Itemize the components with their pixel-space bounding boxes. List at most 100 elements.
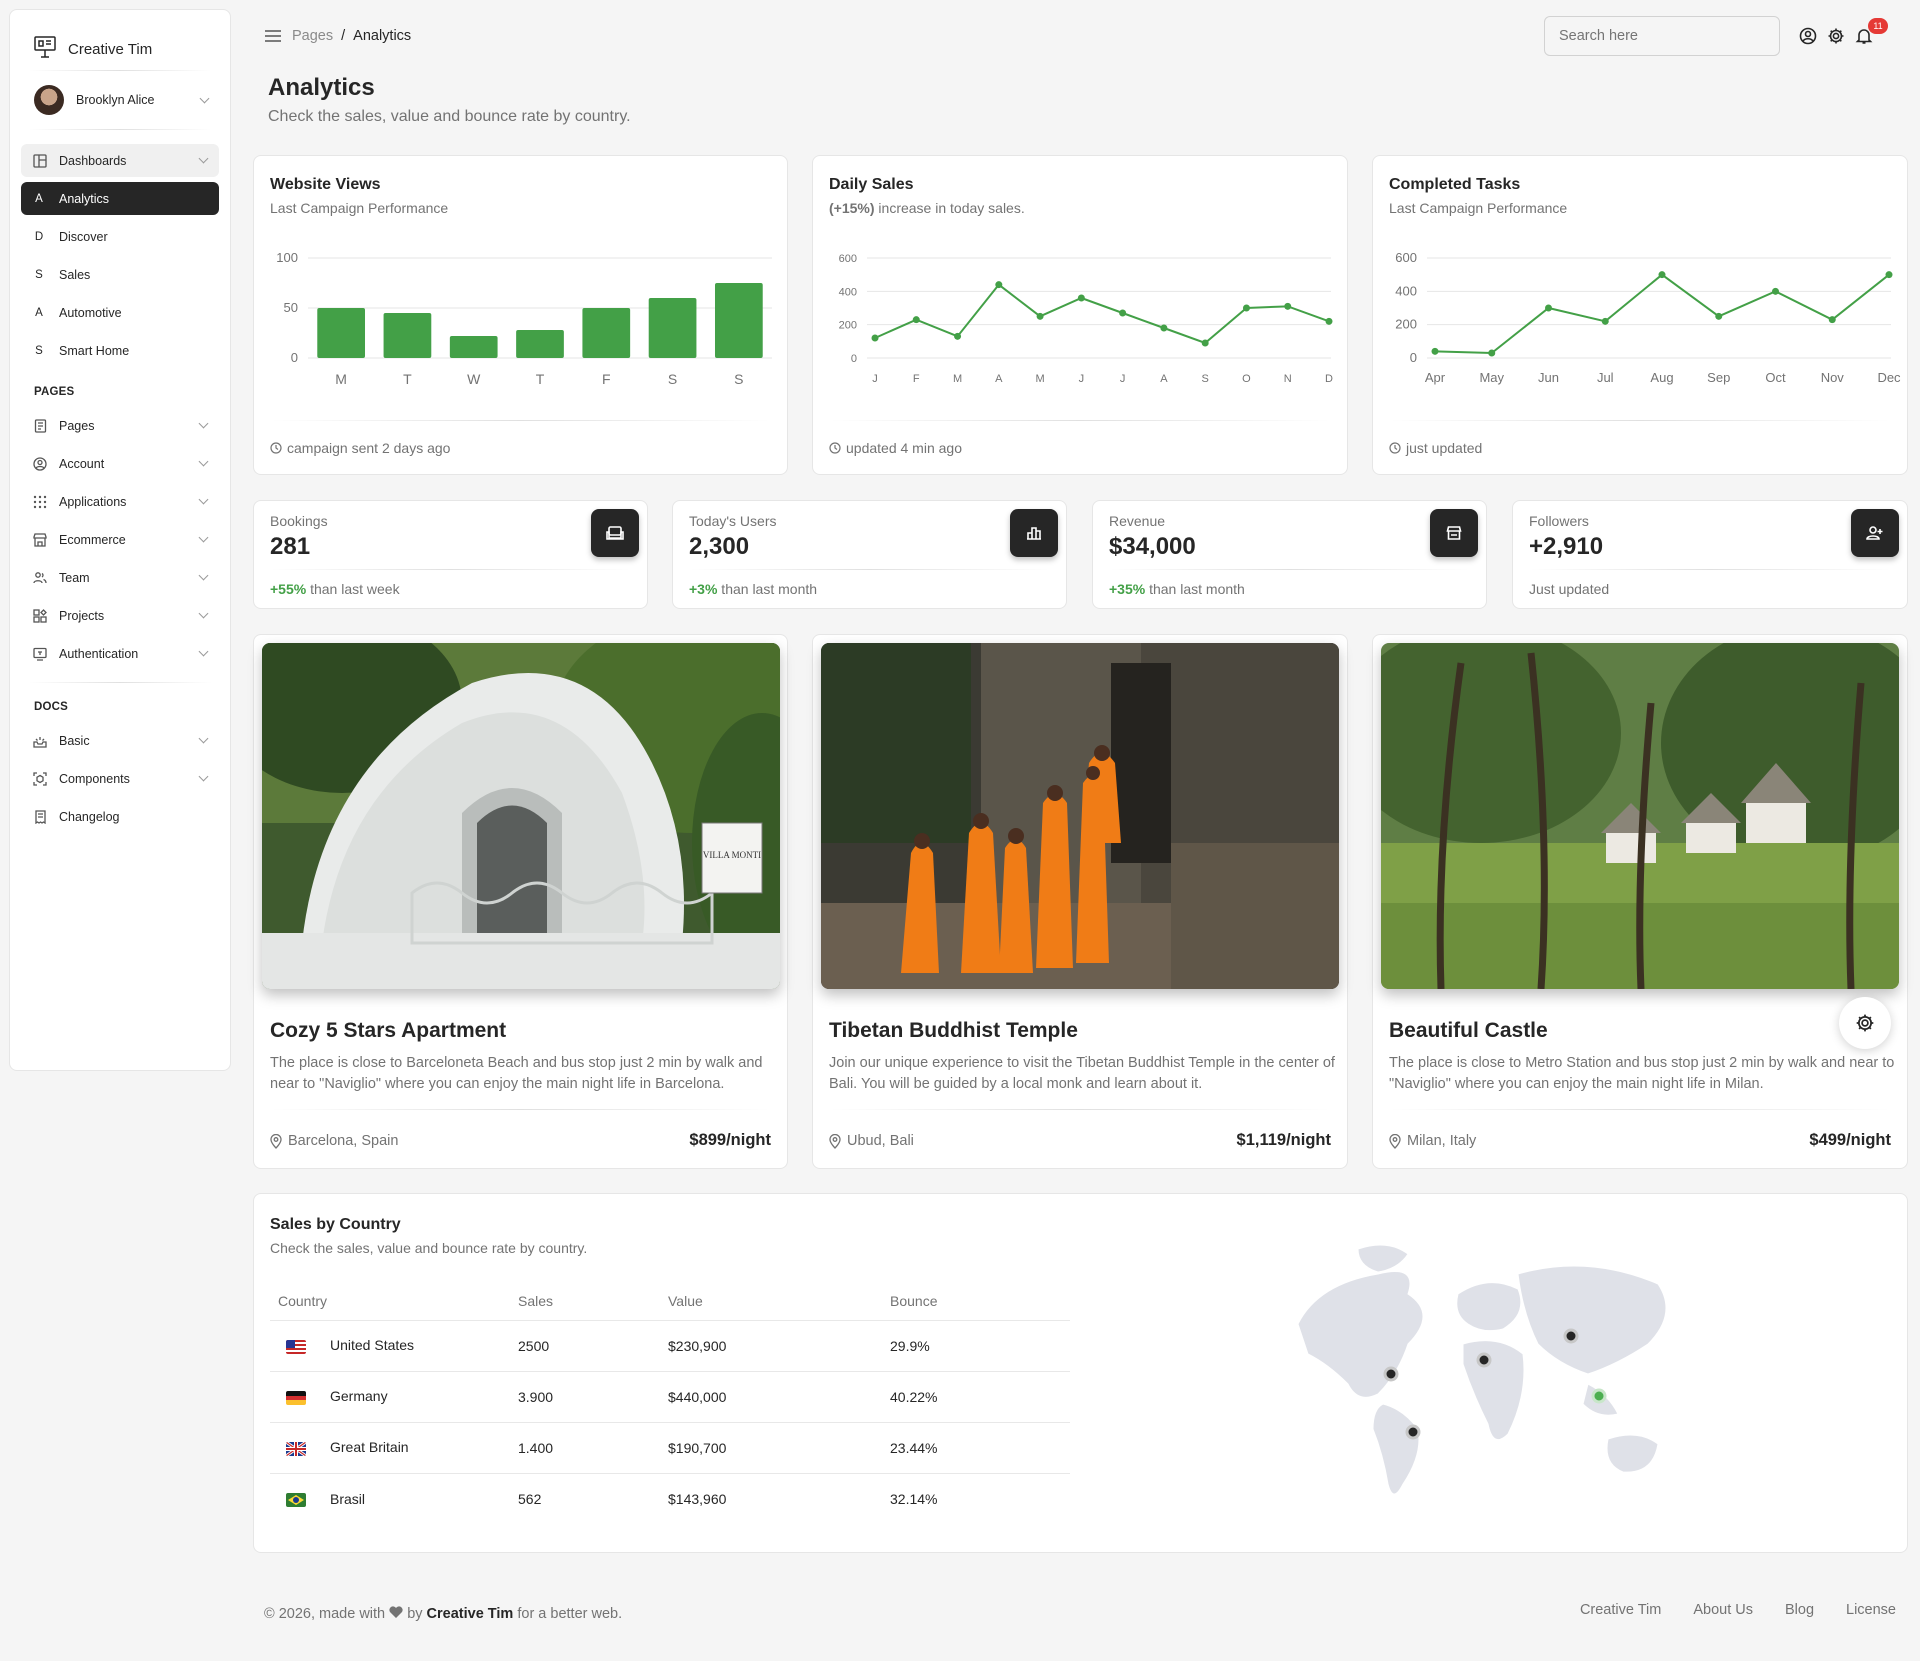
footer-link-creative-tim[interactable]: Creative Tim (1580, 1602, 1661, 1618)
footer-brand-link[interactable]: Creative Tim (427, 1606, 514, 1622)
stat-change: +3% (689, 581, 718, 597)
table-row[interactable]: United States 2500 $230,900 29.9% (270, 1320, 1070, 1372)
x-tick-label: S (1202, 373, 1209, 385)
sidebar-item-applications[interactable]: Applications (21, 485, 219, 518)
sidebar-item-components[interactable]: Components (21, 762, 219, 795)
settings-icon[interactable] (1826, 26, 1846, 46)
column-header: Country (270, 1282, 510, 1321)
card-subtitle: Last Campaign Performance (270, 200, 449, 216)
table-row[interactable]: Germany 3.900 $440,000 40.22% (270, 1371, 1070, 1423)
sidebar-item-label: Discover (59, 229, 108, 244)
footer-link-blog[interactable]: Blog (1785, 1602, 1814, 1618)
sidebar-item-discover[interactable]: D Discover (21, 220, 219, 253)
data-point (954, 332, 962, 340)
sidebar-item-automotive[interactable]: A Automotive (21, 296, 219, 329)
footer-text: campaign sent 2 days ago (287, 440, 451, 456)
sidebar-item-label: Projects (59, 608, 105, 623)
x-tick-label: Oct (1765, 370, 1786, 385)
stat-label: Bookings (270, 513, 328, 529)
docs-heading: DOCS (34, 701, 69, 713)
sidebar-item-changelog[interactable]: Changelog (21, 800, 219, 833)
stat-footer: +3% than last month (689, 581, 817, 597)
stat-change: +35% (1109, 581, 1146, 597)
sidebar-item-analytics[interactable]: A Analytics (21, 182, 219, 215)
footer-link-about-us[interactable]: About Us (1693, 1602, 1753, 1618)
sidebar-item-label: Authentication (59, 646, 139, 661)
stat-card-followers: Followers +2,910 Just updated (1512, 500, 1908, 609)
sidebar-item-projects[interactable]: Projects (21, 599, 219, 632)
bar (516, 330, 564, 358)
series-line (874, 283, 1330, 345)
bounce-cell: 40.22% (882, 1371, 1070, 1423)
value-cell: $190,700 (660, 1422, 882, 1474)
sidebar-item-dashboards[interactable]: Dashboards (21, 144, 219, 177)
chevron-down-icon (198, 608, 209, 619)
sidebar-item-team[interactable]: Team (21, 561, 219, 594)
sidebar-item-account[interactable]: Account (21, 447, 219, 480)
stat-value: +2,910 (1529, 533, 1604, 560)
card-subtitle: (+15%) increase in today sales. (829, 200, 1025, 216)
apartment-photo[interactable]: VILLA MONTI (262, 643, 780, 989)
account-circle-icon[interactable] (1798, 26, 1818, 46)
search-input[interactable] (1544, 16, 1780, 56)
sidebar-item-basic[interactable]: Basic (21, 724, 219, 757)
clock-icon (270, 442, 282, 454)
content-paste-icon (33, 647, 47, 661)
temple-photo[interactable] (821, 643, 1339, 989)
data-point (1160, 324, 1168, 332)
brand[interactable]: Creative Tim (10, 10, 230, 70)
world-map[interactable] (1288, 1244, 1688, 1514)
place-description: The place is close to Metro Station and … (1389, 1055, 1895, 1092)
user-menu[interactable]: Brooklyn Alice (10, 71, 230, 129)
breadcrumb-root[interactable]: Pages (292, 28, 333, 44)
villa-sign-text: VILLA MONTI (703, 850, 761, 860)
table-row[interactable]: Great Britain 1.400 $190,700 23.44% (270, 1422, 1070, 1474)
leaderboard-icon (1010, 509, 1058, 557)
copyright-text: © 2026, made with (264, 1606, 386, 1622)
x-tick-label: Jun (1538, 370, 1559, 385)
stat-label: Revenue (1109, 513, 1166, 529)
card-footer: campaign sent 2 days ago (270, 440, 450, 456)
x-tick-label: Jul (1597, 370, 1614, 385)
chevron-down-icon (198, 456, 209, 467)
x-tick-label: S (668, 371, 677, 387)
stat-label: Today's Users (689, 513, 777, 529)
data-point (1772, 287, 1779, 295)
card-title: Website Views (270, 176, 381, 193)
avatar (34, 85, 64, 115)
breadcrumb-current: Analytics (353, 28, 412, 44)
footer-link-license[interactable]: License (1846, 1602, 1896, 1618)
bar (449, 336, 498, 358)
sidebar-item-sales[interactable]: S Sales (21, 258, 219, 291)
menu-icon[interactable] (264, 29, 282, 43)
stat-card-users: Today's Users 2,300 +3% than last month (672, 500, 1067, 609)
x-tick-label: F (602, 371, 611, 387)
y-tick-label: 200 (839, 320, 857, 332)
page-title: Analytics (268, 74, 375, 101)
stat-value: 2,300 (689, 533, 750, 560)
chevron-down-icon (198, 570, 209, 581)
data-point (1325, 317, 1333, 325)
daily-sales-card: Daily Sales (+15%) increase in today sal… (812, 155, 1348, 475)
castle-photo[interactable] (1381, 643, 1899, 989)
place-title: Tibetan Buddhist Temple (829, 1019, 1078, 1042)
chevron-down-icon (198, 771, 209, 782)
x-tick-label: May (1479, 370, 1504, 385)
sales-cell: 2500 (510, 1320, 660, 1372)
table-row[interactable]: Brasil 562 $143,960 32.14% (270, 1473, 1070, 1524)
sidebar-item-authentication[interactable]: Authentication (21, 637, 219, 670)
configurator-button[interactable] (1839, 997, 1891, 1049)
sidebar-item-smart-home[interactable]: S Smart Home (21, 334, 219, 367)
place-price: $899/night (689, 1131, 771, 1149)
x-tick-label: N (1284, 373, 1292, 385)
sidebar-item-pages[interactable]: Pages (21, 409, 219, 442)
sidebar-item-ecommerce[interactable]: Ecommerce (21, 523, 219, 556)
stat-footer: +35% than last month (1109, 581, 1245, 597)
notification-badge: 11 (1868, 18, 1888, 34)
column-header: Sales (510, 1282, 660, 1321)
location-pin-icon (1389, 1133, 1401, 1149)
sidebar-item-label: Analytics (59, 191, 110, 206)
value-cell: $230,900 (660, 1320, 882, 1372)
sales-cell: 1.400 (510, 1422, 660, 1474)
sidebar: Creative Tim Brooklyn Alice Dashboards A… (9, 9, 231, 1071)
